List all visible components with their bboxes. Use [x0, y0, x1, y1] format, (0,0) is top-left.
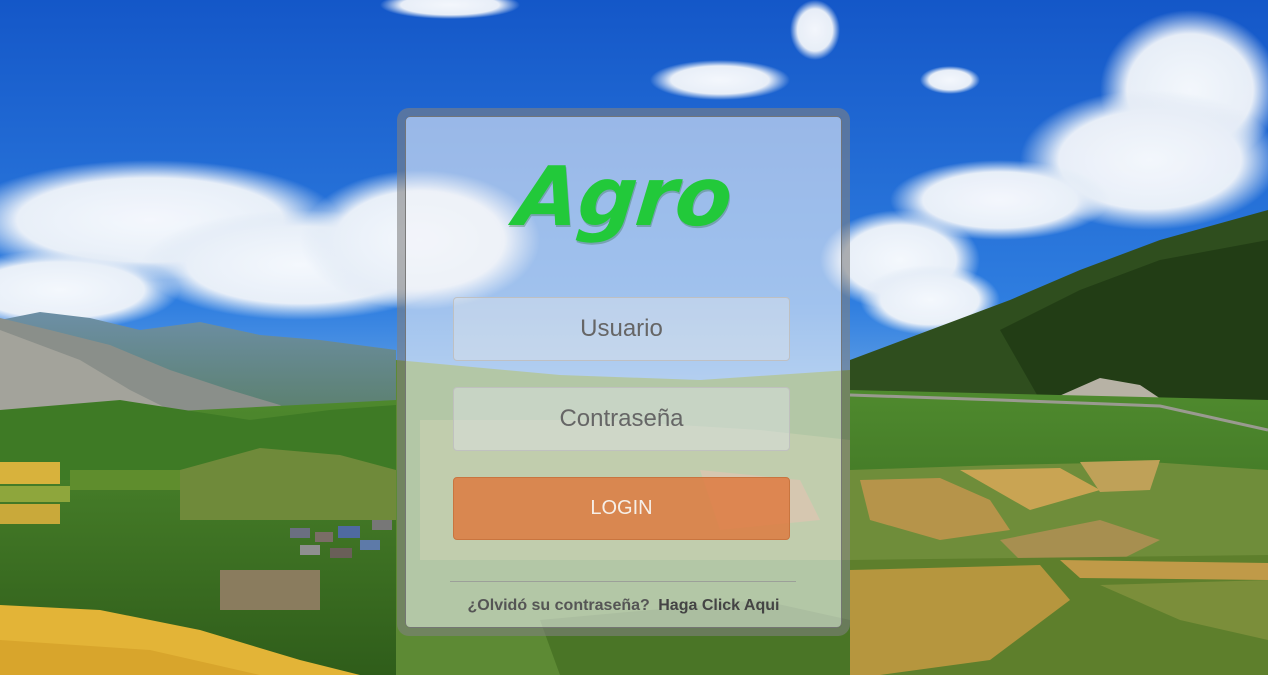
forgot-password-link[interactable]: Haga Click Aqui [658, 597, 779, 614]
login-card: Agro LOGIN ¿Olvidó su contraseña? Haga C… [397, 108, 850, 636]
forgot-password-label: ¿Olvidó su contraseña? [467, 597, 650, 614]
password-input[interactable] [453, 387, 790, 451]
username-input[interactable] [453, 297, 790, 361]
forgot-password-text: ¿Olvidó su contraseña? Haga Click Aqui [406, 597, 841, 615]
login-button[interactable]: LOGIN [453, 477, 790, 540]
login-panel: Agro LOGIN ¿Olvidó su contraseña? Haga C… [405, 116, 842, 628]
footer-divider [450, 581, 796, 582]
brand-logo: Agro [511, 150, 737, 245]
